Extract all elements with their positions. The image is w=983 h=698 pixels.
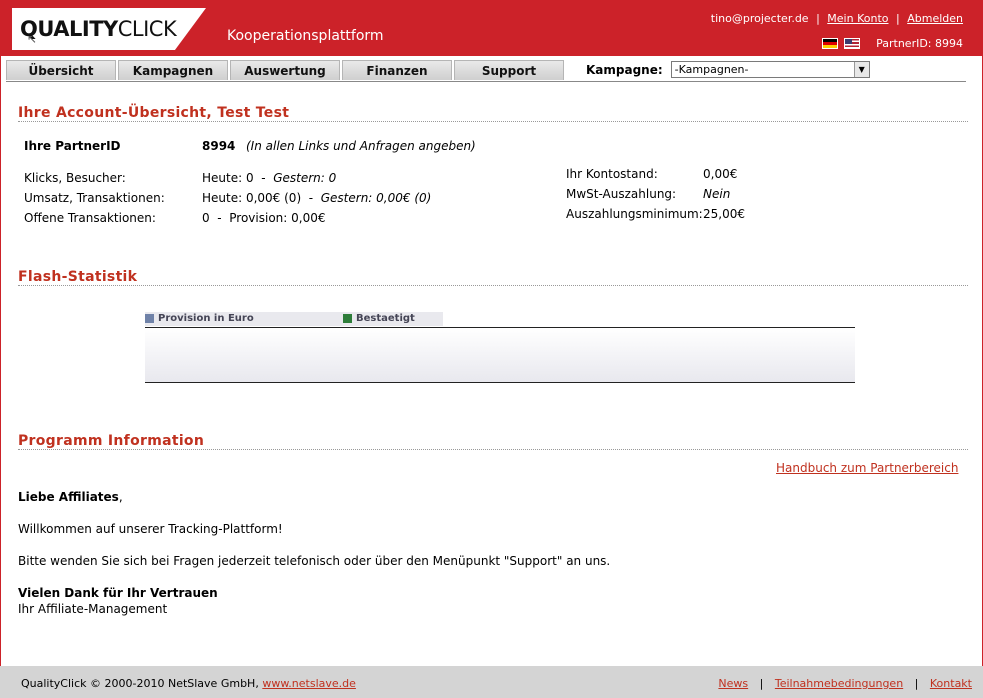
separator: | bbox=[914, 677, 919, 690]
legend-item: Bestaetigt bbox=[343, 313, 415, 324]
greeting-comma: , bbox=[118, 490, 123, 504]
greeting-text: Liebe Affiliates bbox=[18, 490, 119, 504]
vat-label: MwSt-Auszahlung: bbox=[566, 187, 677, 201]
greeting: Liebe Affiliates, bbox=[18, 490, 123, 504]
main-nav: Übersicht Kampagnen Auswertung Finanzen … bbox=[6, 60, 566, 80]
partner-id-value: 8994 bbox=[202, 139, 236, 153]
signature-text: Ihr Affiliate-Management bbox=[18, 602, 168, 616]
payout-minimum-label: Auszahlungsminimum: bbox=[566, 207, 703, 221]
section-divider bbox=[18, 449, 968, 450]
section-divider bbox=[18, 121, 968, 122]
news-link[interactable]: News bbox=[718, 677, 748, 690]
clicks-label: Klicks, Besucher: bbox=[24, 171, 126, 185]
tagline: Kooperationsplattform bbox=[227, 28, 384, 44]
header-bar: QUALITYCLICK ↖ Kooperationsplattform tin… bbox=[0, 0, 983, 56]
partner-id-note: (In allen Links und Anfragen angeben) bbox=[246, 139, 476, 153]
support-text: Bitte wenden Sie sich bei Fragen jederze… bbox=[18, 554, 611, 568]
sales-yesterday: Gestern: 0,00€ (0) bbox=[320, 191, 432, 205]
tab-uebersicht[interactable]: Übersicht bbox=[6, 60, 116, 80]
logout-link[interactable]: Abmelden bbox=[907, 12, 963, 25]
terms-link[interactable]: Teilnahmebedingungen bbox=[775, 677, 903, 690]
campaign-filter: Kampagne: -Kampagnen- ▼ bbox=[586, 61, 870, 78]
my-account-link[interactable]: Mein Konto bbox=[827, 12, 888, 25]
clicks-today: Heute: 0 bbox=[202, 171, 254, 185]
tab-kampagnen[interactable]: Kampagnen bbox=[118, 60, 228, 80]
legend-label: Provision in Euro bbox=[158, 313, 254, 324]
logo-thin-text: CLICK bbox=[117, 17, 177, 41]
thanks-text: Vielen Dank für Ihr Vertrauen bbox=[18, 586, 218, 600]
tab-finanzen[interactable]: Finanzen bbox=[342, 60, 452, 80]
legend-swatch bbox=[343, 314, 352, 323]
footer: QualityClick © 2000-2010 NetSlave GmbH, … bbox=[0, 666, 983, 698]
partner-id-label: PartnerID: 8994 bbox=[876, 37, 963, 50]
overview-title: Ihre Account-Übersicht, Test Test bbox=[18, 105, 290, 121]
dash: - bbox=[217, 211, 222, 225]
program-info-title: Programm Information bbox=[18, 433, 205, 449]
balance-label: Ihr Kontostand: bbox=[566, 167, 658, 181]
logo[interactable]: QUALITYCLICK ↖ bbox=[12, 8, 206, 50]
section-divider bbox=[18, 285, 968, 286]
balance-value: 0,00€ bbox=[703, 167, 738, 181]
campaign-select-value: -Kampagnen- bbox=[674, 63, 749, 76]
clicks-yesterday: Gestern: 0 bbox=[273, 171, 337, 185]
us-flag-icon[interactable] bbox=[844, 38, 861, 49]
nav-divider bbox=[6, 81, 966, 82]
payout-minimum-value: 25,00€ bbox=[703, 207, 745, 221]
tab-auswertung[interactable]: Auswertung bbox=[230, 60, 340, 80]
sales-today: Heute: 0,00€ (0) bbox=[202, 191, 302, 205]
open-transactions-values: 0 - Provision: 0,00€ bbox=[202, 211, 325, 225]
partner-manual-link[interactable]: Handbuch zum Partnerbereich bbox=[776, 461, 958, 475]
legend-item: Provision in Euro bbox=[145, 313, 254, 324]
footer-copyright: QualityClick © 2000-2010 NetSlave GmbH, … bbox=[21, 677, 356, 690]
copyright-text: QualityClick © 2000-2010 NetSlave GmbH, bbox=[21, 677, 259, 690]
legend-label: Bestaetigt bbox=[356, 313, 415, 324]
chart-legend: Provision in Euro Bestaetigt bbox=[145, 312, 443, 326]
footer-links: News | Teilnahmebedingungen | Kontakt bbox=[718, 677, 972, 690]
sales-values: Heute: 0,00€ (0) - Gestern: 0,00€ (0) bbox=[202, 191, 431, 205]
separator: | bbox=[896, 12, 900, 25]
campaign-label: Kampagne: bbox=[586, 62, 663, 77]
dash: - bbox=[261, 171, 266, 185]
contact-link[interactable]: Kontakt bbox=[930, 677, 972, 690]
top-links: tino@projecter.de | Mein Konto | Abmelde… bbox=[711, 12, 963, 25]
welcome-text: Willkommen auf unserer Tracking-Plattfor… bbox=[18, 522, 283, 536]
separator: | bbox=[816, 12, 820, 25]
legend-swatch bbox=[145, 314, 154, 323]
sales-label: Umsatz, Transaktionen: bbox=[24, 191, 165, 205]
language-switcher: PartnerID: 8994 bbox=[822, 37, 963, 50]
campaign-select[interactable]: -Kampagnen- ▼ bbox=[670, 61, 870, 78]
separator: | bbox=[759, 677, 764, 690]
dash: - bbox=[308, 191, 314, 205]
open-transactions-count: 0 bbox=[202, 211, 210, 225]
vat-value: Nein bbox=[703, 187, 731, 201]
open-transactions-label: Offene Transaktionen: bbox=[24, 211, 156, 225]
clicks-values: Heute: 0 - Gestern: 0 bbox=[202, 171, 336, 185]
german-flag-icon[interactable] bbox=[822, 38, 839, 49]
website-link[interactable]: www.netslave.de bbox=[262, 677, 356, 690]
logo-text: QUALITYCLICK bbox=[20, 17, 177, 41]
partner-id-heading: Ihre PartnerID bbox=[24, 139, 121, 153]
tab-support[interactable]: Support bbox=[454, 60, 564, 80]
flash-statistics-title: Flash-Statistik bbox=[18, 269, 138, 285]
open-provision: Provision: 0,00€ bbox=[229, 211, 326, 225]
user-email: tino@projecter.de bbox=[710, 12, 809, 25]
chevron-down-icon[interactable]: ▼ bbox=[853, 62, 869, 77]
chart-plot-area bbox=[145, 327, 855, 383]
mouse-cursor-icon: ↖ bbox=[27, 32, 38, 46]
